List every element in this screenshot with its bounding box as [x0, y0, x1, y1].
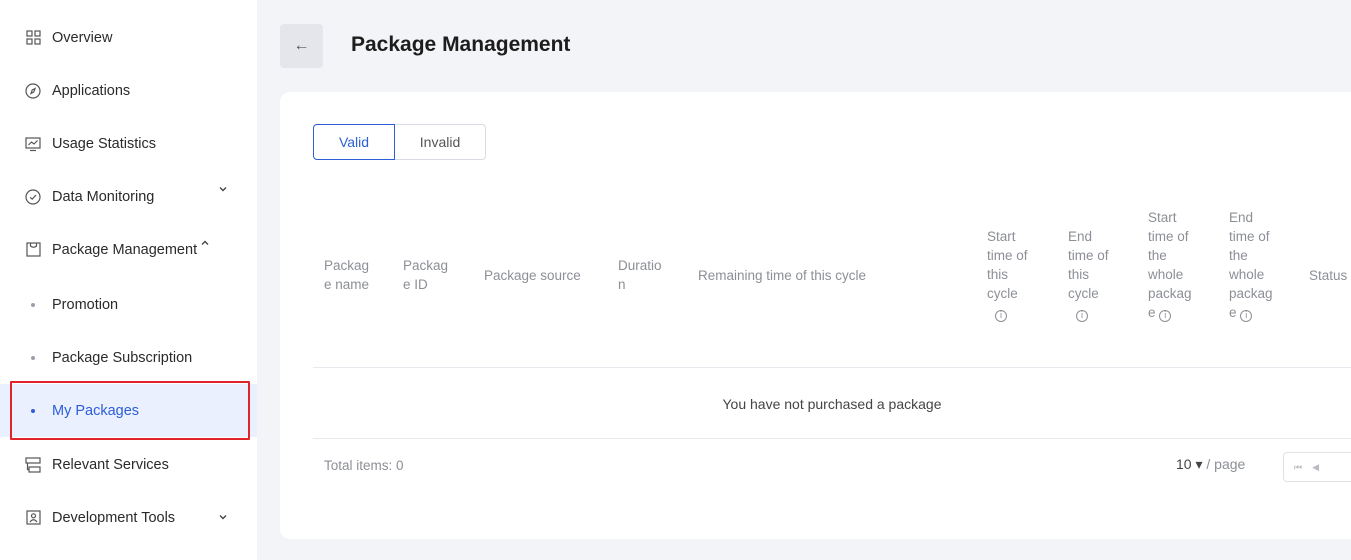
sidebar-item-label: Overview: [52, 29, 113, 46]
sidebar-item-development-tools[interactable]: Development Tools: [0, 491, 257, 544]
sidebar-item-label: Usage Statistics: [52, 135, 156, 152]
annotation-highlight-box: [10, 381, 250, 440]
per-page-label: / page: [1206, 456, 1246, 472]
sidebar-item-label: Data Monitoring: [52, 188, 155, 205]
tools-icon: [25, 510, 41, 526]
info-icon[interactable]: i: [995, 310, 1007, 322]
sidebar-item-applications[interactable]: Applications: [0, 64, 257, 117]
tab-invalid[interactable]: Invalid: [395, 124, 486, 160]
services-icon: [25, 456, 41, 473]
sidebar-item-package-management[interactable]: Package Management: [0, 223, 257, 276]
caret-down-icon: ▾: [1195, 456, 1203, 472]
column-header-end-time-cycle[interactable]: End time of this cycle i: [1068, 227, 1109, 322]
sidebar-item-data-monitoring[interactable]: Data Monitoring: [0, 170, 257, 223]
column-header-package-source[interactable]: Package source: [484, 266, 581, 285]
status-tabs: Valid Invalid: [313, 124, 486, 160]
total-items: Total items: 0: [324, 458, 404, 473]
chevron-down-icon: [218, 184, 228, 197]
sidebar-item-label: Applications: [52, 82, 131, 99]
package-icon: [25, 242, 41, 258]
first-page-icon[interactable]: ⏮: [1294, 462, 1302, 473]
chart-icon: [25, 136, 41, 152]
back-button[interactable]: ←: [280, 24, 323, 68]
info-icon[interactable]: i: [1076, 310, 1088, 322]
column-header-end-time-package[interactable]: End time of the whole packag e i: [1229, 208, 1273, 322]
sidebar-item-label: Package Management: [52, 241, 198, 258]
sidebar-item-overview[interactable]: Overview: [0, 11, 257, 64]
arrow-left-icon: ←: [293, 37, 310, 54]
chevron-down-icon: [218, 512, 228, 525]
page-size-select[interactable]: 10 ▾ / page: [1176, 456, 1245, 473]
column-header-remaining-time[interactable]: Remaining time of this cycle: [698, 266, 866, 285]
column-header-start-time-package[interactable]: Start time of the whole packag e i: [1148, 208, 1192, 322]
column-header-status[interactable]: Status: [1309, 266, 1347, 285]
empty-state-message: You have not purchased a package: [722, 396, 942, 412]
compass-icon: [25, 82, 41, 99]
page-title: Package Management: [351, 33, 571, 56]
prev-page-icon[interactable]: ◀: [1312, 462, 1319, 473]
table-divider: [313, 438, 1351, 439]
page-size-value: 10: [1176, 456, 1192, 472]
column-header-duration[interactable]: Duratio n: [618, 256, 662, 294]
tab-valid[interactable]: Valid: [313, 124, 395, 160]
sidebar-subitem-package-subscription[interactable]: Package Subscription: [0, 331, 257, 384]
sidebar-subitem-label: Package Subscription: [52, 349, 193, 366]
bullet-icon: [31, 355, 35, 360]
sidebar-item-label: Development Tools: [52, 509, 176, 526]
sidebar: Overview Applications Usage Statistics D…: [0, 0, 257, 560]
sidebar-item-usage-statistics[interactable]: Usage Statistics: [0, 117, 257, 170]
gauge-icon: [25, 188, 41, 205]
column-header-package-name[interactable]: Packag e name: [324, 256, 369, 294]
info-icon[interactable]: i: [1159, 310, 1172, 322]
info-icon[interactable]: i: [1240, 310, 1253, 322]
table-divider: [313, 367, 1351, 368]
sidebar-item-relevant-services[interactable]: Relevant Services: [0, 438, 257, 491]
sidebar-subitem-promotion[interactable]: Promotion: [0, 278, 257, 331]
column-header-start-time-cycle[interactable]: Start time of this cycle i: [987, 227, 1028, 322]
bullet-icon: [31, 302, 35, 307]
sidebar-subitem-label: Promotion: [52, 296, 119, 313]
sidebar-item-label: Relevant Services: [52, 456, 169, 473]
grid-icon: [25, 30, 41, 46]
column-header-package-id[interactable]: Packag e ID: [403, 256, 448, 294]
pagination: ⏮ ◀: [1283, 452, 1351, 482]
chevron-up-icon: [200, 238, 210, 251]
